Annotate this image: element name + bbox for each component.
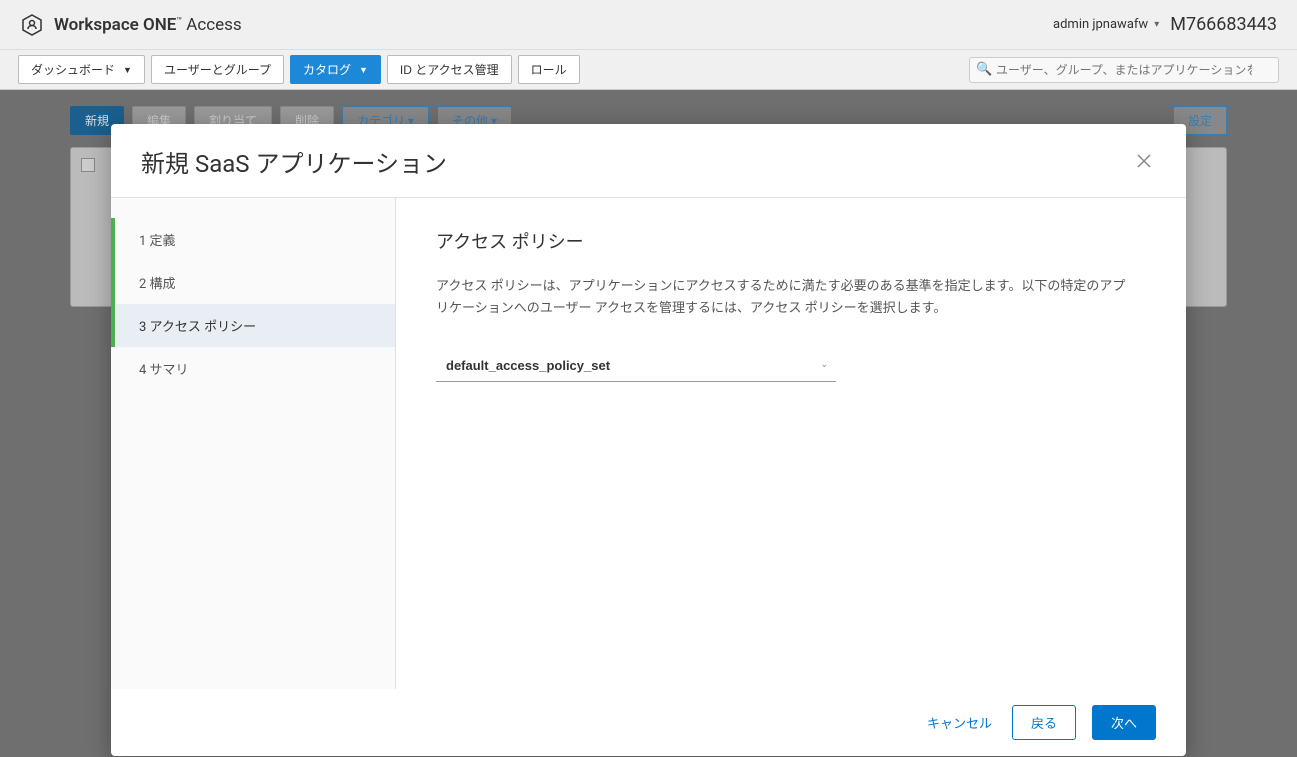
search-icon: 🔍 xyxy=(976,62,992,77)
modal-title: 新規 SaaS アプリケーション xyxy=(141,144,447,179)
app-header: Workspace ONE™ Access admin jpnawafw ▾ M… xyxy=(0,0,1297,50)
brand-name: Workspace ONE xyxy=(54,15,176,35)
brand-logo-icon xyxy=(20,13,44,37)
section-title: アクセス ポリシー xyxy=(436,228,1146,254)
next-button[interactable]: 次へ xyxy=(1092,705,1156,740)
nav-users-groups-label: ユーザーとグループ xyxy=(164,61,271,78)
chevron-down-icon: ▾ xyxy=(1154,19,1159,30)
policy-select[interactable] xyxy=(436,350,836,382)
tenant-id: M766683443 xyxy=(1170,14,1277,35)
step-definition[interactable]: 1 定義 xyxy=(111,218,395,261)
modal-main: アクセス ポリシー アクセス ポリシーは、アプリケーションにアクセスするために満… xyxy=(396,198,1186,689)
nav-dashboard[interactable]: ダッシュボード ▼ xyxy=(18,55,145,84)
close-button[interactable] xyxy=(1132,146,1156,178)
modal-header: 新規 SaaS アプリケーション xyxy=(111,124,1186,197)
caret-down-icon: ▼ xyxy=(359,65,368,75)
nav-catalog-label: カタログ xyxy=(303,61,351,78)
modal-dialog: 新規 SaaS アプリケーション 1 定義 2 構成 3 アクセス ポリシー 4… xyxy=(111,124,1186,756)
search-input[interactable] xyxy=(969,57,1279,83)
section-description: アクセス ポリシーは、アプリケーションにアクセスするために満たす必要のある基準を… xyxy=(436,276,1136,320)
nav-bar: ダッシュボード ▼ ユーザーとグループ カタログ ▼ ID とアクセス管理 ロー… xyxy=(0,50,1297,90)
wizard-steps: 1 定義 2 構成 3 アクセス ポリシー 4 サマリ xyxy=(111,198,396,689)
header-user-area[interactable]: admin jpnawafw ▾ M766683443 xyxy=(1053,14,1277,35)
nav-id-access[interactable]: ID とアクセス管理 xyxy=(387,55,512,84)
step-summary[interactable]: 4 サマリ xyxy=(111,347,395,390)
close-icon xyxy=(1136,153,1152,169)
brand-suffix: Access xyxy=(182,15,242,35)
back-button[interactable]: 戻る xyxy=(1012,705,1076,740)
modal-footer: キャンセル 戻る 次へ xyxy=(111,689,1186,756)
brand: Workspace ONE™ Access xyxy=(20,13,242,37)
nav-roles[interactable]: ロール xyxy=(518,55,580,84)
cancel-button[interactable]: キャンセル xyxy=(923,707,996,738)
nav-dashboard-label: ダッシュボード xyxy=(31,61,115,78)
caret-down-icon: ▼ xyxy=(123,65,132,75)
nav-id-access-label: ID とアクセス管理 xyxy=(400,61,499,78)
modal-body: 1 定義 2 構成 3 アクセス ポリシー 4 サマリ アクセス ポリシー アク… xyxy=(111,197,1186,689)
nav-users-groups[interactable]: ユーザーとグループ xyxy=(151,55,284,84)
brand-text: Workspace ONE™ Access xyxy=(54,15,242,35)
policy-select-wrap: ⌄ xyxy=(436,350,836,382)
nav-catalog[interactable]: カタログ ▼ xyxy=(290,55,381,84)
step-access-policy[interactable]: 3 アクセス ポリシー xyxy=(111,304,395,347)
admin-label: admin jpnawafw xyxy=(1053,17,1148,32)
search-container: 🔍 xyxy=(969,57,1279,83)
modal-overlay: 新規 SaaS アプリケーション 1 定義 2 構成 3 アクセス ポリシー 4… xyxy=(0,90,1297,757)
nav-roles-label: ロール xyxy=(531,61,567,78)
step-configuration[interactable]: 2 構成 xyxy=(111,261,395,304)
